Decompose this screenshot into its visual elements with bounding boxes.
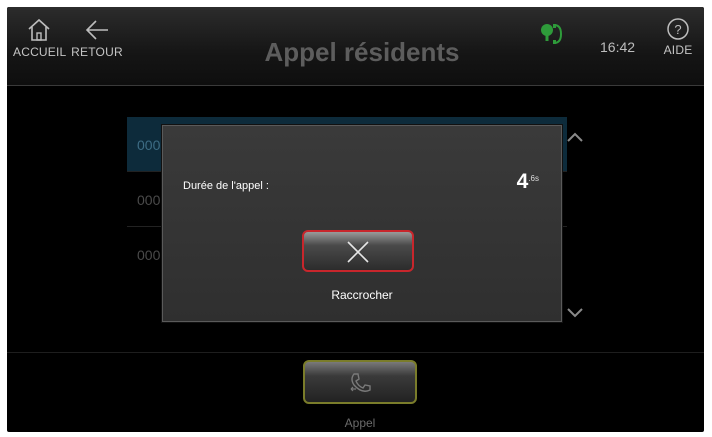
hangup-button[interactable] xyxy=(302,230,414,272)
svg-text:?: ? xyxy=(674,22,681,37)
call-duration-value: 4.6s xyxy=(517,170,539,194)
back-button[interactable]: RETOUR xyxy=(65,7,129,81)
home-label: ACCUEIL xyxy=(13,45,67,59)
back-label: RETOUR xyxy=(71,45,123,59)
hangup-label: Raccrocher xyxy=(331,288,393,302)
question-circle-icon: ? xyxy=(667,18,689,40)
header-bar: ACCUEIL RETOUR Appel résidents 16:42 ? A… xyxy=(7,7,704,86)
call-duration-suffix: .6s xyxy=(528,174,539,183)
chevron-down-icon[interactable] xyxy=(565,305,585,321)
divider xyxy=(7,352,704,353)
list-item-label: 000 xyxy=(137,137,161,153)
list-item-label: 000 xyxy=(137,192,161,208)
help-button[interactable]: ? AIDE xyxy=(652,7,704,81)
help-label: AIDE xyxy=(663,43,693,57)
call-duration-seconds: 4 xyxy=(516,170,529,193)
home-icon xyxy=(28,18,50,41)
intercom-screen: ACCUEIL RETOUR Appel résidents 16:42 ? A… xyxy=(7,7,704,432)
close-icon xyxy=(347,241,369,263)
call-dialog: Durée de l'appel : 4.6s Raccrocher xyxy=(162,125,562,322)
call-button[interactable] xyxy=(303,360,417,404)
call-duration-label: Durée de l'appel : xyxy=(183,180,269,192)
page-title: Appel résidents xyxy=(264,37,460,67)
arrow-left-icon xyxy=(85,20,108,40)
call-label: Appel xyxy=(344,416,376,430)
home-button[interactable]: ACCUEIL xyxy=(13,7,67,81)
chevron-up-icon[interactable] xyxy=(565,129,585,145)
clock: 16:42 xyxy=(600,39,636,55)
phone-connected-icon xyxy=(541,24,563,44)
phone-icon xyxy=(350,373,371,392)
list-item-label: 000 xyxy=(137,247,161,263)
